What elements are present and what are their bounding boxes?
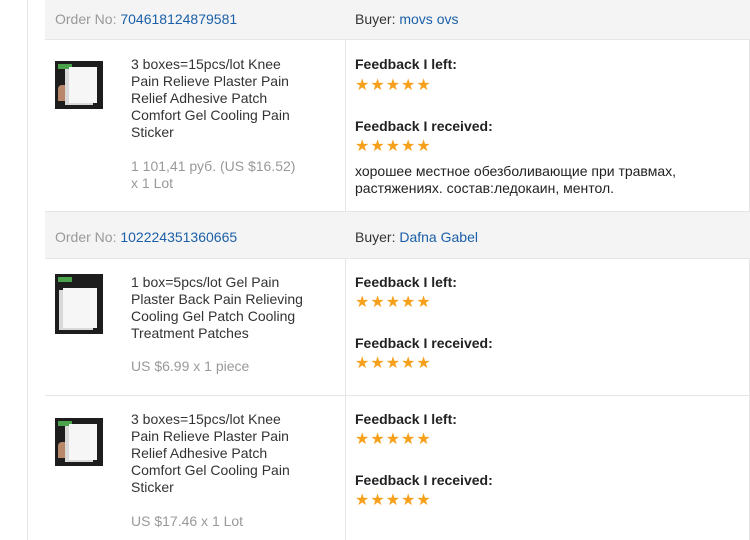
star-icon: ★ xyxy=(401,431,416,448)
star-icon: ★ xyxy=(416,492,431,509)
product-price: 1 101,41 руб. (US $16.52) x 1 Lot xyxy=(131,158,296,191)
feedback-left-label: Feedback I left: xyxy=(355,411,457,427)
star-icon: ★ xyxy=(370,355,385,372)
star-icon: ★ xyxy=(385,294,401,311)
order-header: Order No: 704618124879581 Buyer: movs ov… xyxy=(45,0,750,40)
buyer-link[interactable]: movs ovs xyxy=(399,11,458,27)
feedback-left-stars: ★ ★ ★ ★ ★ xyxy=(355,295,431,311)
brand-logo-mark xyxy=(58,277,72,282)
feedback-received-stars: ★ ★ ★ ★ ★ xyxy=(355,356,431,372)
star-icon: ★ xyxy=(385,492,401,509)
product-thumbnail[interactable] xyxy=(55,418,103,466)
star-icon: ★ xyxy=(355,355,370,372)
star-icon: ★ xyxy=(355,431,370,448)
order-item: 1 box=5pcs/lot Gel Pain Plaster Back Pai… xyxy=(45,259,750,396)
buyer-link[interactable]: Dafna Gabel xyxy=(399,229,478,245)
star-icon: ★ xyxy=(416,355,431,372)
feedback-received-stars: ★ ★ ★ ★ ★ xyxy=(355,139,431,155)
column-divider xyxy=(345,259,346,395)
star-icon: ★ xyxy=(385,431,401,448)
buyer: Buyer: Dafna Gabel xyxy=(355,229,478,245)
feedback-received-stars: ★ ★ ★ ★ ★ xyxy=(355,493,431,509)
column-divider xyxy=(345,396,346,540)
patch-image xyxy=(69,424,97,460)
order-item: 3 boxes=15pcs/lot Knee Pain Relieve Plas… xyxy=(45,396,750,540)
product-figure xyxy=(58,442,68,458)
product-title[interactable]: 1 box=5pcs/lot Gel Pain Plaster Back Pai… xyxy=(131,274,306,342)
star-icon: ★ xyxy=(370,77,385,94)
feedback-received-label: Feedback I received: xyxy=(355,472,493,488)
star-icon: ★ xyxy=(401,294,416,311)
feedback-left-stars: ★ ★ ★ ★ ★ xyxy=(355,432,431,448)
feedback-left-label: Feedback I left: xyxy=(355,56,457,72)
feedback-received-label: Feedback I received: xyxy=(355,335,493,351)
left-rail xyxy=(0,0,28,540)
star-icon: ★ xyxy=(385,77,401,94)
feedback-left-stars: ★ ★ ★ ★ ★ xyxy=(355,78,431,94)
product-figure xyxy=(58,85,68,101)
feedback-page: Order No: 704618124879581 Buyer: movs ov… xyxy=(0,0,750,540)
order-number-link[interactable]: 704618124879581 xyxy=(120,11,237,27)
star-icon: ★ xyxy=(370,431,385,448)
order-header: Order No: 102224351360665 Buyer: Dafna G… xyxy=(45,212,750,259)
product-thumbnail[interactable] xyxy=(55,274,103,334)
orders-table: Order No: 704618124879581 Buyer: movs ov… xyxy=(45,0,750,540)
product-title[interactable]: 3 boxes=15pcs/lot Knee Pain Relieve Plas… xyxy=(131,56,306,141)
patch-image xyxy=(69,67,97,103)
star-icon: ★ xyxy=(401,492,416,509)
column-divider xyxy=(345,40,346,211)
order-number: Order No: 704618124879581 xyxy=(55,11,237,27)
order-number: Order No: 102224351360665 xyxy=(55,229,237,245)
buyer: Buyer: movs ovs xyxy=(355,11,458,27)
product-price: US $17.46 x 1 Lot xyxy=(131,513,244,529)
feedback-comment: хорошее местное обезболивающие при травм… xyxy=(355,163,677,196)
order-number-label: Order No: xyxy=(55,229,117,245)
product-price: US $6.99 x 1 piece xyxy=(131,358,250,374)
star-icon: ★ xyxy=(370,294,385,311)
star-icon: ★ xyxy=(401,138,416,155)
star-icon: ★ xyxy=(370,492,385,509)
star-icon: ★ xyxy=(416,431,431,448)
order-number-label: Order No: xyxy=(55,11,117,27)
star-icon: ★ xyxy=(401,355,416,372)
star-icon: ★ xyxy=(355,138,370,155)
star-icon: ★ xyxy=(355,294,370,311)
buyer-label: Buyer: xyxy=(355,11,396,27)
product-thumbnail[interactable] xyxy=(55,61,103,109)
star-icon: ★ xyxy=(416,138,431,155)
star-icon: ★ xyxy=(355,77,370,94)
star-icon: ★ xyxy=(355,492,370,509)
patch-image xyxy=(63,288,97,328)
buyer-label: Buyer: xyxy=(355,229,396,245)
feedback-received-label: Feedback I received: xyxy=(355,118,493,134)
star-icon: ★ xyxy=(385,355,401,372)
star-icon: ★ xyxy=(385,138,401,155)
order-item: 3 boxes=15pcs/lot Knee Pain Relieve Plas… xyxy=(45,40,750,212)
star-icon: ★ xyxy=(401,77,416,94)
star-icon: ★ xyxy=(416,77,431,94)
feedback-left-label: Feedback I left: xyxy=(355,274,457,290)
star-icon: ★ xyxy=(370,138,385,155)
star-icon: ★ xyxy=(416,294,431,311)
order-number-link[interactable]: 102224351360665 xyxy=(120,229,237,245)
product-title[interactable]: 3 boxes=15pcs/lot Knee Pain Relieve Plas… xyxy=(131,411,306,496)
